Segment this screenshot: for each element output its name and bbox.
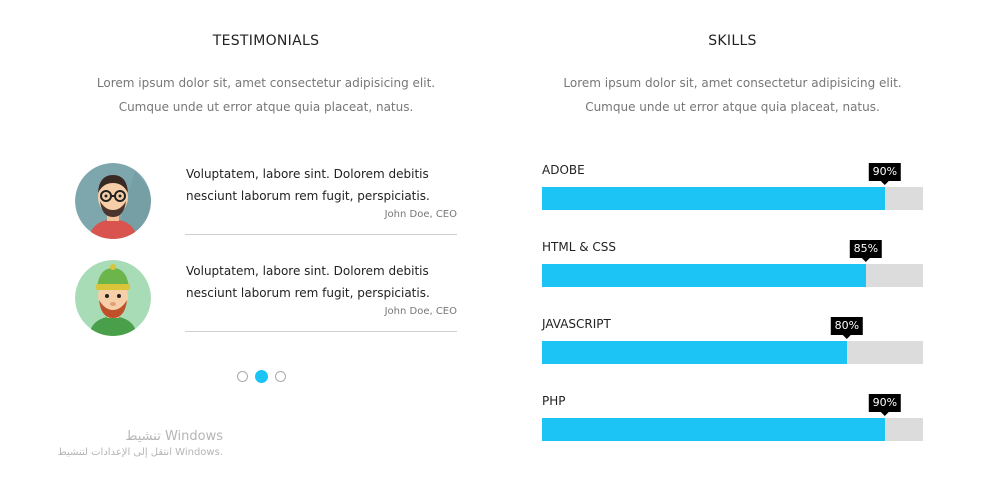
skill-percent-badge: 80% — [830, 317, 864, 339]
skill-percent-badge: 90% — [868, 394, 902, 416]
skill-progress-fill — [542, 187, 885, 210]
skills-description: Lorem ipsum dolor sit, amet consectetur … — [563, 76, 902, 114]
testimonials-title: TESTIMONIALS — [212, 33, 320, 49]
skill-progress-fill — [542, 264, 866, 287]
skill-item: ADOBE 90% — [542, 163, 923, 223]
carousel-dot-1[interactable] — [237, 371, 248, 382]
carousel-dot-2[interactable] — [255, 370, 268, 383]
skill-progress-bar — [542, 341, 923, 364]
testimonial-quote: Voluptatem, labore sint. Dolorem debitis… — [186, 167, 430, 203]
man-glasses-avatar-icon — [75, 163, 151, 239]
testimonial-author: John Doe, CEO — [384, 306, 457, 317]
testimonial-divider — [185, 331, 457, 332]
testimonials-description: Lorem ipsum dolor sit, amet consectetur … — [96, 76, 436, 114]
skill-progress-fill — [542, 341, 847, 364]
windows-activation-watermark: تنشيط Windows انتقل إلى الإعدادات لتنشيط… — [45, 429, 223, 458]
watermark-subtitle: انتقل إلى الإعدادات لتنشيط Windows. — [57, 447, 223, 458]
skill-progress-bar — [542, 264, 923, 287]
skill-item: HTML & CSS 85% — [542, 240, 923, 300]
skill-progress-fill — [542, 418, 885, 441]
watermark-title: تنشيط Windows — [125, 429, 223, 444]
skill-label: HTML & CSS — [542, 240, 616, 254]
skill-percent-badge: 85% — [849, 240, 883, 262]
skills-title: SKILLS — [708, 33, 757, 49]
skill-progress-bar — [542, 187, 923, 210]
testimonial-item: Voluptatem, labore sint. Dolorem debitis… — [75, 163, 457, 239]
testimonial-item: Voluptatem, labore sint. Dolorem debitis… — [75, 260, 457, 336]
skill-label: PHP — [542, 394, 566, 408]
skill-progress-bar — [542, 418, 923, 441]
skill-percent-badge: 90% — [868, 163, 902, 185]
carousel-dot-3[interactable] — [275, 371, 286, 382]
carousel-dots — [237, 370, 286, 383]
testimonial-author: John Doe, CEO — [384, 209, 457, 220]
skill-item: JAVASCRIPT 80% — [542, 317, 923, 377]
skill-item: PHP 90% — [542, 394, 923, 454]
testimonial-divider — [185, 234, 457, 235]
testimonial-quote: Voluptatem, labore sint. Dolorem debitis… — [186, 264, 430, 300]
skill-label: JAVASCRIPT — [542, 317, 611, 331]
skill-label: ADOBE — [542, 163, 585, 177]
man-beanie-avatar-icon — [75, 260, 151, 336]
